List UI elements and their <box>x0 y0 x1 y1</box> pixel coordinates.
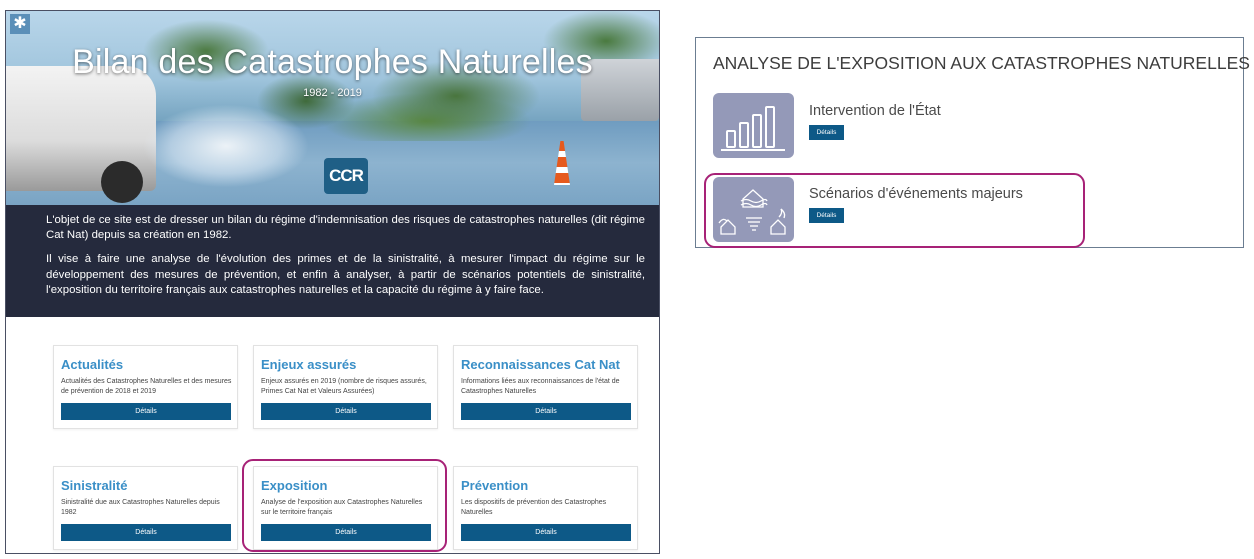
card-sinistralite: Sinistralité Sinistralité due aux Catast… <box>53 466 238 550</box>
hero-banner: ✱ Bilan des Catastrophes Naturelles 1982… <box>6 11 659 205</box>
intro-text-block: L'objet de ce site est de dresser un bil… <box>6 205 659 317</box>
card-description: Informations liées aux reconnaissances d… <box>461 378 620 395</box>
ccr-logo: CCR <box>324 158 368 194</box>
card-exposition: Exposition Analyse de l'exposition aux C… <box>253 466 438 550</box>
card-title: Exposition <box>261 478 328 493</box>
card-title: Reconnaissances Cat Nat <box>461 357 620 372</box>
details-button-enjeux-assures[interactable]: Détails <box>261 403 431 420</box>
details-button-exposition[interactable]: Détails <box>261 524 431 541</box>
card-description: Analyse de l'exposition aux Catastrophes… <box>261 499 423 516</box>
details-button-reconnaissances[interactable]: Détails <box>461 403 631 420</box>
cat-nat-homepage: ✱ Bilan des Catastrophes Naturelles 1982… <box>5 10 660 554</box>
card-description: Enjeux assurés en 2019 (nombre de risque… <box>261 378 427 395</box>
card-description: Les dispositifs de prévention des Catast… <box>461 499 607 516</box>
intro-paragraph-1: L'objet de ce site est de dresser un bil… <box>46 214 645 242</box>
hero-water-splash <box>116 91 336 201</box>
item-title-intervention-etat: Intervention de l'État <box>809 103 941 119</box>
details-button-scenarios-majeurs[interactable]: Détails <box>809 208 844 223</box>
card-title: Prévention <box>461 478 529 493</box>
disaster-scenarios-icon[interactable] <box>713 177 794 242</box>
item-title-scenarios-majeurs: Scénarios d'événements majeurs <box>809 186 1023 202</box>
panel-title: ANALYSE DE L'EXPOSITION AUX CATASTROPHES… <box>713 53 1250 73</box>
hero-title: Bilan des Catastrophes Naturelles <box>72 43 593 81</box>
card-title: Enjeux assurés <box>261 357 357 372</box>
card-title: Actualités <box>61 357 124 372</box>
snowflake-icon: ✱ <box>10 14 30 34</box>
card-reconnaissances: Reconnaissances Cat Nat Informations lié… <box>453 345 638 429</box>
card-title: Sinistralité <box>61 478 128 493</box>
card-description: Sinistralité due aux Catastrophes Nature… <box>61 499 220 516</box>
card-prevention: Prévention Les dispositifs de prévention… <box>453 466 638 550</box>
details-button-sinistralite[interactable]: Détails <box>61 524 231 541</box>
details-button-intervention-etat[interactable]: Détails <box>809 125 844 140</box>
details-button-actualites[interactable]: Détails <box>61 403 231 420</box>
card-enjeux-assures: Enjeux assurés Enjeux assurés en 2019 (n… <box>253 345 438 429</box>
intro-paragraph-2: Il vise à faire une analyse de l'évoluti… <box>46 253 645 296</box>
hero-years: 1982 - 2019 <box>303 87 362 99</box>
card-actualites: Actualités Actualités des Catastrophes N… <box>53 345 238 429</box>
bar-chart-icon[interactable] <box>713 93 794 158</box>
exposition-analysis-panel: ANALYSE DE L'EXPOSITION AUX CATASTROPHES… <box>695 37 1250 248</box>
details-button-prevention[interactable]: Détails <box>461 524 631 541</box>
card-description: Actualités des Catastrophes Naturelles e… <box>61 378 232 395</box>
